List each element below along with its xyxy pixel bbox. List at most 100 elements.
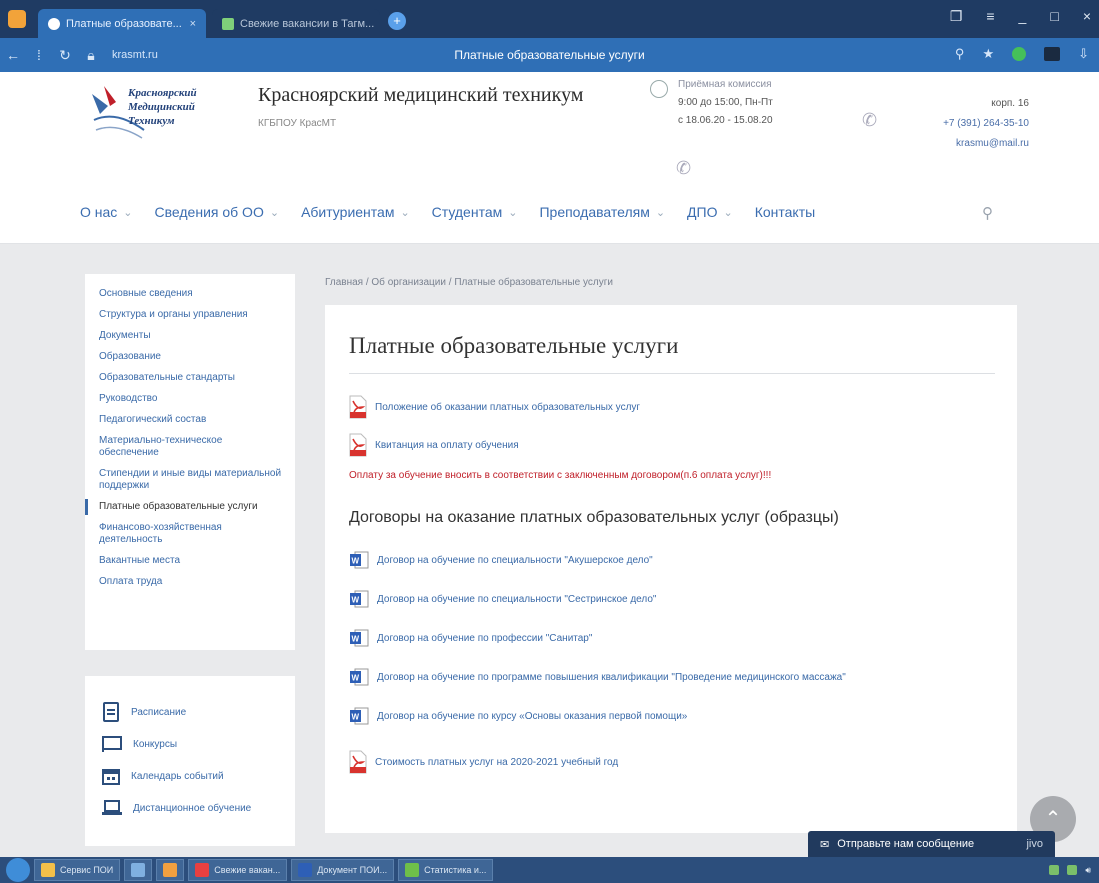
phone-icon: ✆ bbox=[862, 110, 878, 130]
quick-link-calendar[interactable]: Календарь событий bbox=[101, 760, 295, 792]
taskbar-app[interactable]: Документ ПОИ... bbox=[291, 859, 395, 881]
sidebar-item[interactable]: Документы bbox=[85, 328, 295, 344]
sidebar-item[interactable]: Финансово-хозяйственная деятельность bbox=[85, 520, 295, 548]
word-link[interactable]: W Договор на обучение по специальности "… bbox=[349, 588, 993, 610]
menu-item-students[interactable]: Студентам ⌄ bbox=[432, 204, 518, 220]
sidebar-item[interactable]: Образование bbox=[85, 349, 295, 365]
pdf-icon bbox=[349, 750, 367, 774]
menu-label: Контакты bbox=[754, 204, 816, 220]
key-icon[interactable]: ⚲ bbox=[955, 46, 965, 62]
logo-line: Медицинский bbox=[128, 101, 195, 113]
sidebar-item[interactable]: Педагогический состав bbox=[85, 412, 295, 428]
sidebar-item[interactable]: Вакантные места bbox=[85, 553, 295, 569]
tab-label: Платные образовате... bbox=[66, 17, 182, 30]
system-tray: 🔊︎ bbox=[1049, 865, 1099, 876]
menu-item-info[interactable]: Сведения об ОО ⌄ bbox=[155, 204, 280, 220]
quick-link-schedule[interactable]: Расписание bbox=[101, 696, 295, 728]
taskbar-label: Статистика и... bbox=[424, 865, 487, 875]
folder-icon bbox=[41, 863, 55, 877]
word-link[interactable]: W Договор на обучение по профессии "Сани… bbox=[349, 627, 993, 649]
menu-item-contacts[interactable]: Контакты bbox=[755, 204, 815, 220]
page-title-bar: Платные образовательные услуги bbox=[454, 48, 645, 62]
minimize-icon[interactable]: _ bbox=[1019, 8, 1027, 25]
menu-label: Преподавателям bbox=[539, 204, 650, 220]
contact-phone[interactable]: +7 (391) 264-35-10 bbox=[943, 114, 1029, 134]
tab-inactive[interactable]: Свежие вакансии в Тагм... bbox=[212, 9, 380, 38]
quick-link-contests[interactable]: Конкурсы bbox=[101, 728, 295, 760]
contact-address: корп. 16 bbox=[991, 98, 1029, 109]
taskbar-app[interactable] bbox=[124, 859, 153, 881]
pdf-link[interactable]: Стоимость платных услуг на 2020-2021 уче… bbox=[349, 749, 993, 775]
hours-time: 9:00 до 15:00, Пн-Пт bbox=[678, 97, 773, 108]
excel-icon bbox=[405, 863, 420, 877]
word-link-label: Договор на обучение по специальности "Се… bbox=[377, 593, 657, 605]
menu-item-about[interactable]: О нас ⌄ bbox=[80, 204, 133, 220]
chat-label: Отправьте нам сообщение bbox=[837, 838, 975, 850]
word-doc-icon: W bbox=[350, 707, 369, 725]
word-link[interactable]: W Договор на обучение по программе повыш… bbox=[349, 666, 993, 688]
hours-label: Приёмная комиссия bbox=[678, 79, 772, 90]
sidebar-item[interactable]: Основные сведения bbox=[85, 286, 295, 302]
pdf-link[interactable]: Положение об оказании платных образовате… bbox=[349, 394, 993, 420]
header-contacts: корп. 16 +7 (391) 264-35-10 krasmu@mail.… bbox=[943, 94, 1029, 154]
close-tab-icon[interactable]: × bbox=[190, 18, 196, 30]
menu-item-dpo[interactable]: ДПО ⌄ bbox=[687, 204, 733, 220]
payment-notice: Оплату за обучение вносить в соответстви… bbox=[349, 470, 772, 481]
sidebar-item[interactable]: Руководство bbox=[85, 391, 295, 407]
taskbar-app[interactable]: Статистика и... bbox=[398, 859, 494, 881]
breadcrumb-item[interactable]: Об организации bbox=[371, 277, 446, 288]
close-window-icon[interactable]: × bbox=[1083, 8, 1091, 25]
menu-label: ДПО bbox=[687, 204, 718, 220]
word-doc-icon: W bbox=[350, 551, 369, 569]
quick-link-distance[interactable]: Дистанционное обучение bbox=[101, 792, 295, 824]
bookmark-icon[interactable]: ★ bbox=[982, 46, 994, 62]
chat-icon: ✉ bbox=[820, 838, 830, 851]
sidebar-item[interactable]: Образовательные стандарты bbox=[85, 370, 295, 386]
contact-email[interactable]: krasmu@mail.ru bbox=[943, 134, 1029, 154]
site-logo[interactable]: Красноярский Медицинский Техникум bbox=[86, 80, 246, 142]
menu-item-teachers[interactable]: Преподавателям ⌄ bbox=[539, 204, 665, 220]
pdf-icon bbox=[349, 395, 367, 419]
tab-active[interactable]: Платные образовате... × bbox=[38, 9, 206, 38]
download-icon[interactable]: ⇩ bbox=[1078, 46, 1089, 62]
tray-icon[interactable] bbox=[1067, 865, 1078, 875]
menu-icon[interactable]: ≡ bbox=[986, 8, 994, 25]
taskbar-app[interactable] bbox=[156, 859, 185, 881]
volume-icon[interactable]: 🔊︎ bbox=[1085, 865, 1091, 876]
bookmarks-icon[interactable]: ❐ bbox=[950, 8, 963, 25]
extension-icon[interactable] bbox=[1044, 47, 1061, 61]
pdf-link[interactable]: Квитанция на оплату обучения bbox=[349, 432, 993, 458]
new-tab-button[interactable]: + bbox=[388, 12, 406, 30]
chat-widget[interactable]: ✉ Отправьте нам сообщение jivo bbox=[808, 831, 1055, 857]
sidebar-item[interactable]: Оплата труда bbox=[85, 574, 295, 590]
favicon-icon bbox=[222, 17, 234, 30]
start-button[interactable] bbox=[6, 858, 30, 882]
word-link[interactable]: W Договор на обучение по курсу «Основы о… bbox=[349, 705, 993, 727]
pdf-link-label: Положение об оказании платных образовате… bbox=[375, 401, 641, 413]
word-link[interactable]: W Договор на обучение по специальности "… bbox=[349, 549, 993, 571]
breadcrumb-current: Платные образовательные услуги bbox=[454, 277, 613, 288]
breadcrumb-item[interactable]: Главная bbox=[325, 277, 363, 288]
sidebar-item-active[interactable]: Платные образовательные услуги bbox=[85, 499, 295, 515]
tab-label: Свежие вакансии в Тагм... bbox=[240, 17, 375, 30]
tray-icon[interactable] bbox=[1049, 865, 1060, 875]
chevron-down-icon: ⌄ bbox=[655, 206, 666, 219]
sidebar-item[interactable]: Структура и органы управления bbox=[85, 307, 295, 323]
search-icon[interactable]: ⚲ bbox=[982, 204, 993, 222]
menu-item-applicants[interactable]: Абитуриентам ⌄ bbox=[301, 204, 410, 220]
taskbar-app[interactable]: Свежие вакан... bbox=[188, 859, 288, 881]
address-bar-actions: ⚲ ★ ⇩ bbox=[955, 46, 1089, 62]
site-name[interactable]: Красноярский медицинский техникум bbox=[258, 84, 583, 107]
taskbar-app[interactable]: Сервис ПОИ bbox=[34, 859, 121, 881]
maximize-icon[interactable]: □ bbox=[1050, 8, 1058, 25]
word-doc-icon: W bbox=[350, 590, 369, 608]
protect-icon[interactable] bbox=[1012, 47, 1027, 61]
browser-menu-icon[interactable] bbox=[8, 10, 26, 28]
svg-text:W: W bbox=[352, 674, 360, 683]
clock-icon bbox=[650, 80, 668, 98]
working-hours: Приёмная комиссия 9:00 до 15:00, Пн-Пт с… bbox=[678, 76, 773, 130]
menu-label: Сведения об ОО bbox=[154, 204, 264, 220]
sidebar-item[interactable]: Стипендии и иные виды материальной подде… bbox=[85, 466, 295, 494]
menu-label: Студентам bbox=[431, 204, 503, 220]
sidebar-item[interactable]: Материально-техническое обеспечение bbox=[85, 433, 295, 461]
